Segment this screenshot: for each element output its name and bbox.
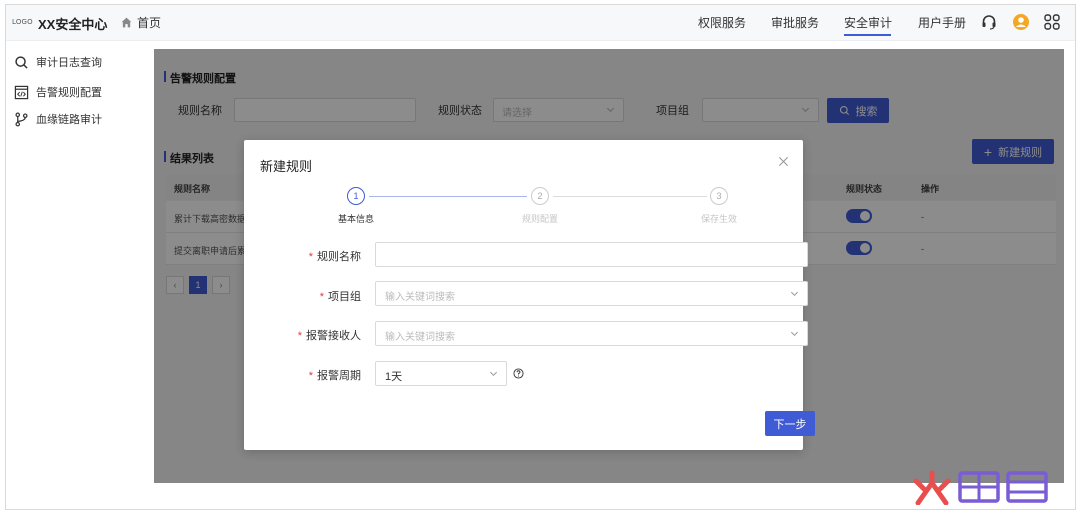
chevron-down-icon [489, 371, 498, 377]
rule-name-input[interactable] [375, 242, 808, 267]
sidebar-item-audit-log[interactable]: 审计日志查询 [14, 54, 102, 70]
app-frame: LOGO XX安全中心 首页 权限服务 审批服务 安全审计 用户手册 审计日志查… [5, 4, 1076, 510]
step-2-indicator: 2 [531, 187, 549, 205]
step-3-indicator: 3 [710, 187, 728, 205]
app-title: XX安全中心 [38, 17, 108, 32]
top-header: LOGO XX安全中心 首页 权限服务 审批服务 安全审计 用户手册 [6, 5, 1075, 41]
help-icon[interactable] [513, 368, 524, 379]
home-icon [121, 17, 132, 28]
project-group-placeholder: 输入关键词搜索 [385, 292, 455, 303]
code-window-icon [14, 85, 29, 99]
step-1-indicator: 1 [347, 187, 365, 205]
sidebar-item-lineage-audit[interactable]: 血缘链路审计 [14, 111, 102, 127]
close-icon[interactable] [778, 156, 789, 167]
project-group-label: * 项目组 [319, 291, 361, 303]
watermark-logo [910, 469, 1050, 505]
carp-logo-icon [958, 471, 1048, 503]
sidebar-item-label: 血缘链路审计 [36, 114, 102, 126]
rule-name-label: * 规则名称 [308, 251, 361, 263]
nav-user-manual[interactable]: 用户手册 [918, 14, 966, 31]
active-nav-indicator [844, 34, 891, 36]
sidebar-item-label: 审计日志查询 [36, 57, 102, 69]
dialog-title: 新建规则 [260, 159, 313, 174]
apps-grid-icon[interactable] [1043, 13, 1061, 31]
step-connector [553, 196, 707, 197]
project-group-select[interactable]: 输入关键词搜索 [375, 281, 808, 306]
step-connector [369, 196, 527, 197]
headset-icon[interactable] [980, 13, 998, 31]
new-rule-dialog: 新建规则 1 2 3 基本信息 规则配置 保存生效 * 规则名称 * 项目组 输入关… [244, 140, 815, 450]
step-1-label: 基本信息 [337, 214, 374, 224]
sidebar-item-label: 告警规则配置 [36, 87, 102, 99]
next-step-button[interactable]: 下一步 [765, 411, 815, 436]
search-icon [15, 55, 28, 69]
branch-icon [15, 112, 28, 126]
logo: LOGO [12, 18, 33, 26]
home-label: 首页 [137, 16, 162, 30]
sidebar-item-alert-rules[interactable]: 告警规则配置 [14, 84, 102, 100]
nav-permission-service[interactable]: 权限服务 [698, 14, 746, 31]
user-avatar-icon[interactable] [1012, 13, 1030, 31]
flame-icon [913, 470, 951, 505]
chevron-down-icon [790, 291, 799, 297]
step-2-label: 规则配置 [521, 214, 558, 224]
home-link[interactable]: 首页 [120, 14, 161, 31]
receiver-select[interactable]: 输入关键词搜索 [375, 321, 808, 346]
receiver-placeholder: 输入关键词搜索 [385, 332, 455, 343]
nav-approval-service[interactable]: 审批服务 [771, 14, 819, 31]
nav-security-audit[interactable]: 安全审计 [844, 14, 892, 31]
period-select[interactable]: 1天 [375, 361, 507, 386]
period-value: 1天 [385, 371, 403, 383]
period-label: * 报警周期 [308, 370, 361, 382]
step-3-label: 保存生效 [700, 214, 737, 224]
chevron-down-icon [790, 331, 799, 337]
receiver-label: * 报警接收人 [297, 330, 361, 342]
sidebar: 审计日志查询 告警规则配置 血缘链路审计 [6, 41, 151, 509]
